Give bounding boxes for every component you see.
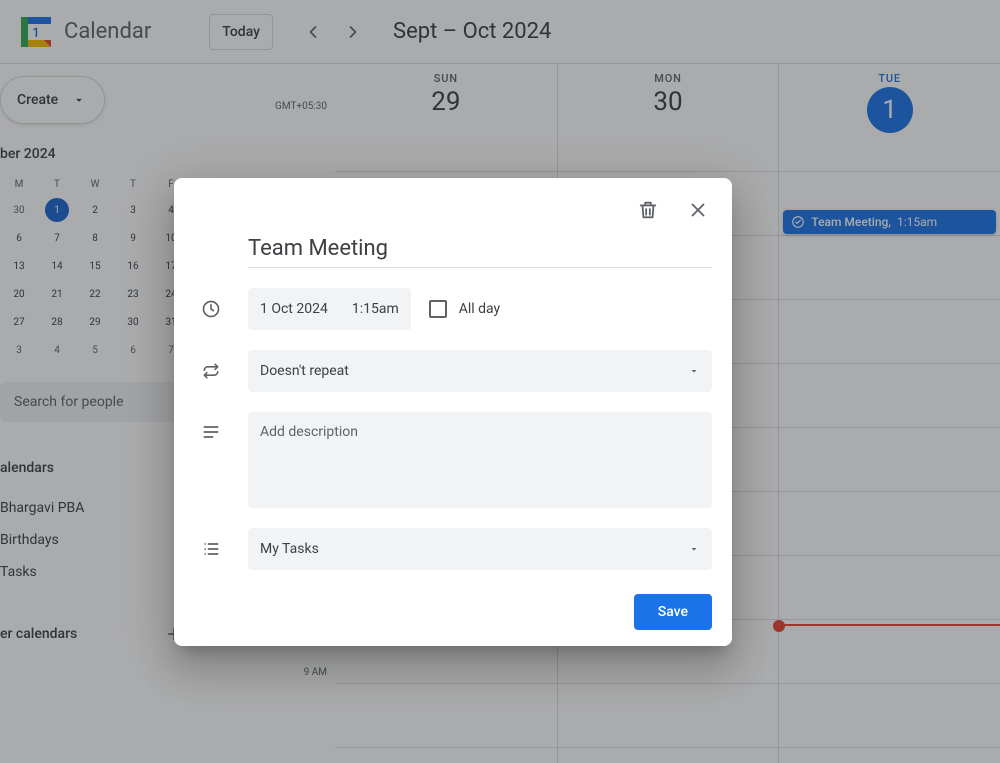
description-input[interactable]: Add description xyxy=(248,412,712,508)
caret-down-icon xyxy=(688,543,700,555)
task-editor-modal: 1 Oct 2024 1:15am All day Doesn't repeat… xyxy=(174,178,732,646)
recurrence-select[interactable]: Doesn't repeat xyxy=(248,350,712,392)
datetime-group: 1 Oct 2024 1:15am xyxy=(248,288,411,330)
clock-icon xyxy=(174,299,248,319)
close-button[interactable] xyxy=(680,192,716,228)
list-icon xyxy=(174,539,248,559)
repeat-icon xyxy=(174,361,248,381)
delete-button[interactable] xyxy=(630,192,666,228)
task-list-select[interactable]: My Tasks xyxy=(248,528,712,570)
caret-down-icon xyxy=(688,365,700,377)
time-picker[interactable]: 1:15am xyxy=(340,288,411,330)
all-day-toggle[interactable]: All day xyxy=(429,300,500,318)
date-picker[interactable]: 1 Oct 2024 xyxy=(248,288,340,330)
all-day-checkbox[interactable] xyxy=(429,300,447,318)
save-button[interactable]: Save xyxy=(634,594,712,630)
event-title-input[interactable] xyxy=(248,234,712,268)
description-icon xyxy=(174,412,248,442)
